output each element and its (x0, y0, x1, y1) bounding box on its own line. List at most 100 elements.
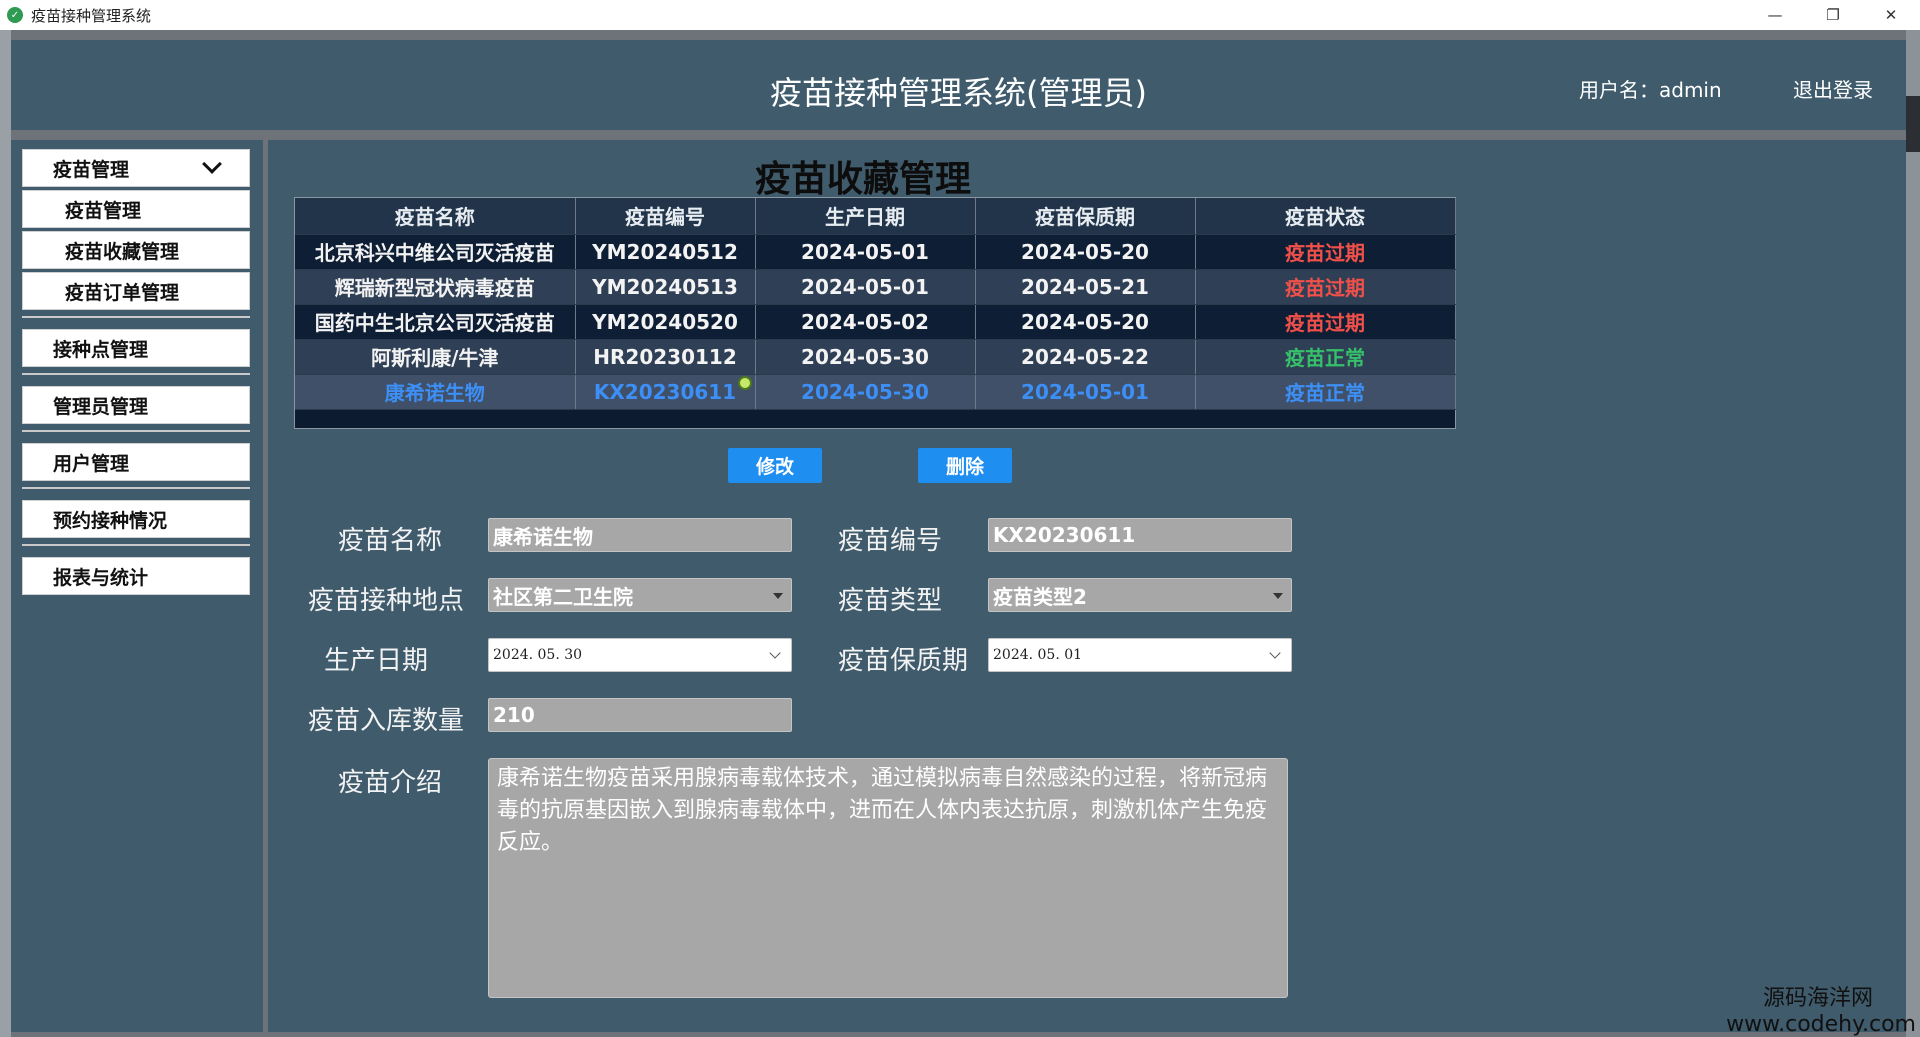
sidebar-item-users[interactable]: 用户管理 (22, 443, 250, 481)
main-panel: 疫苗收藏管理 疫苗名称 疫苗编号 生产日期 疫苗保质期 疫苗状态 北京科兴中维公… (268, 140, 1906, 1032)
watermark: 源码海洋网 www.codehy.com (1711, 980, 1920, 1037)
app-header: 疫苗接种管理系统(管理员) 用户名：admin 退出登录 (11, 40, 1906, 130)
production-date-label: 生产日期 (324, 646, 429, 676)
column-header[interactable]: 生产日期 (755, 198, 976, 235)
app-icon: ✓ (7, 7, 23, 23)
dropdown-arrow-icon (773, 593, 783, 599)
window-controls: — ❐ ✕ (1746, 0, 1920, 30)
dropdown-arrow-icon (1273, 593, 1283, 599)
table-cell: HR20230112 (575, 339, 756, 375)
sidebar-item-label: 疫苗管理 (65, 199, 142, 222)
status-cell: 疫苗过期 (1195, 269, 1456, 305)
column-header[interactable]: 疫苗名称 (295, 198, 576, 235)
production-date-picker[interactable]: 2024. 05. 30 (488, 638, 792, 672)
chevron-down-icon (1269, 647, 1281, 659)
window-titlebar: ✓ 疫苗接种管理系统 — ❐ ✕ (0, 0, 1920, 30)
sidebar-item-vaccine-orders[interactable]: 疫苗订单管理 (22, 272, 250, 310)
vaccine-table: 疫苗名称 疫苗编号 生产日期 疫苗保质期 疫苗状态 北京科兴中维公司灭活疫苗 Y… (294, 197, 1456, 429)
sidebar-group-vaccine[interactable]: 疫苗管理 (22, 149, 250, 187)
table-cell: YM20240513 (575, 269, 756, 305)
column-header[interactable]: 疫苗状态 (1195, 198, 1456, 235)
sidebar-item-label: 报表与统计 (53, 566, 149, 589)
sidebar: 疫苗管理 疫苗管理 疫苗收藏管理 疫苗订单管理 接种点管理 管理员管理 用户管理… (11, 140, 263, 1032)
vaccine-intro-label: 疫苗介绍 (338, 768, 443, 798)
sidebar-item-appointments[interactable]: 预约接种情况 (22, 500, 250, 538)
table-cell: 2024-05-02 (755, 304, 976, 340)
window-title: 疫苗接种管理系统 (31, 6, 152, 25)
frame-strip (1906, 96, 1920, 152)
table-cell: 2024-05-01 (975, 374, 1196, 410)
table-row[interactable]: 国药中生北京公司灭活疫苗 YM20240520 2024-05-02 2024-… (295, 304, 1456, 340)
sidebar-item-label: 疫苗收藏管理 (65, 240, 180, 263)
table-cell: 2024-05-01 (755, 269, 976, 305)
table-cell: 2024-05-30 (755, 374, 976, 410)
status-cell: 疫苗正常 (1195, 374, 1456, 410)
sidebar-divider (22, 487, 250, 489)
vaccine-intro-textarea[interactable]: 康希诺生物疫苗采用腺病毒载体技术，通过模拟病毒自然感染的过程，将新冠病毒的抗原基… (488, 758, 1288, 998)
minimize-button[interactable]: — (1746, 0, 1804, 30)
vaccine-site-select[interactable]: 社区第二卫生院 (488, 578, 792, 612)
table-cell: 康希诺生物 (295, 374, 576, 410)
table-cell: 2024-05-20 (975, 234, 1196, 270)
table-header-row: 疫苗名称 疫苗编号 生产日期 疫苗保质期 疫苗状态 (295, 198, 1456, 235)
vaccine-name-label: 疫苗名称 (338, 526, 443, 556)
table-cell: YM20240512 (575, 234, 756, 270)
sidebar-divider (22, 316, 250, 318)
table-row[interactable]: 北京科兴中维公司灭活疫苗 YM20240512 2024-05-01 2024-… (295, 234, 1456, 270)
section-title: 疫苗收藏管理 (754, 159, 971, 200)
watermark-line1: 源码海洋网 (1762, 986, 1873, 1011)
status-cell: 疫苗过期 (1195, 304, 1456, 340)
select-value: 社区第二卫生院 (493, 584, 633, 609)
select-value: 疫苗类型2 (993, 584, 1087, 609)
table-cell: 北京科兴中维公司灭活疫苗 (295, 234, 576, 270)
table-row-selected[interactable]: 康希诺生物 KX20230611 2024-05-30 2024-05-01 疫… (295, 374, 1456, 410)
table-cell: 2024-05-22 (975, 339, 1196, 375)
sidebar-divider (22, 373, 250, 375)
sidebar-item-vaccine-favorites[interactable]: 疫苗收藏管理 (22, 231, 250, 269)
expiry-date-picker[interactable]: 2024. 05. 01 (988, 638, 1292, 672)
table-cell: 阿斯利康/牛津 (295, 339, 576, 375)
vaccine-code-label: 疫苗编号 (838, 526, 943, 556)
table-row[interactable]: 阿斯利康/牛津 HR20230112 2024-05-30 2024-05-22… (295, 339, 1456, 375)
vaccine-code-field[interactable]: KX20230611 (988, 518, 1292, 552)
table-cell: 2024-05-20 (975, 304, 1196, 340)
vaccine-name-field[interactable]: 康希诺生物 (488, 518, 792, 552)
table-cell: KX20230611 (575, 374, 756, 410)
delete-button[interactable]: 删除 (918, 448, 1012, 483)
sidebar-item-admins[interactable]: 管理员管理 (22, 386, 250, 424)
logout-link[interactable]: 退出登录 (1793, 74, 1873, 103)
username-label: 用户名：admin (1579, 78, 1722, 102)
vaccine-type-select[interactable]: 疫苗类型2 (988, 578, 1292, 612)
column-header[interactable]: 疫苗编号 (575, 198, 756, 235)
table-cell: 国药中生北京公司灭活疫苗 (295, 304, 576, 340)
chevron-down-icon (769, 647, 781, 659)
status-cell: 疫苗过期 (1195, 234, 1456, 270)
sidebar-item-label: 疫苗管理 (53, 158, 130, 181)
table-row[interactable]: 辉瑞新型冠状病毒疫苗 YM20240513 2024-05-01 2024-05… (295, 269, 1456, 305)
status-cell: 疫苗正常 (1195, 339, 1456, 375)
chevron-down-icon (202, 154, 222, 174)
edit-button[interactable]: 修改 (728, 448, 822, 483)
close-button[interactable]: ✕ (1862, 0, 1920, 30)
sidebar-item-label: 疫苗订单管理 (65, 281, 180, 304)
date-value: 2024. 05. 30 (493, 647, 583, 663)
stock-quantity-field[interactable]: 210 (488, 698, 792, 732)
table-cell: YM20240520 (575, 304, 756, 340)
sidebar-item-vaccine-manage[interactable]: 疫苗管理 (22, 190, 250, 228)
sidebar-item-reports[interactable]: 报表与统计 (22, 557, 250, 595)
column-header[interactable]: 疫苗保质期 (975, 198, 1196, 235)
expiry-date-label: 疫苗保质期 (838, 646, 969, 676)
window-frame-right (1906, 30, 1920, 1037)
table-cell: 2024-05-01 (755, 234, 976, 270)
mouse-cursor-icon (738, 376, 752, 390)
date-value: 2024. 05. 01 (993, 647, 1083, 663)
maximize-button[interactable]: ❐ (1804, 0, 1862, 30)
vaccine-type-label: 疫苗类型 (838, 586, 943, 616)
watermark-line2: www.codehy.com (1726, 1012, 1916, 1037)
sidebar-item-label: 管理员管理 (53, 395, 149, 418)
sidebar-item-label: 接种点管理 (53, 338, 149, 361)
sidebar-divider (22, 544, 250, 546)
stock-quantity-label: 疫苗入库数量 (308, 706, 465, 736)
sidebar-item-sites[interactable]: 接种点管理 (22, 329, 250, 367)
vaccine-site-label: 疫苗接种地点 (308, 586, 465, 616)
